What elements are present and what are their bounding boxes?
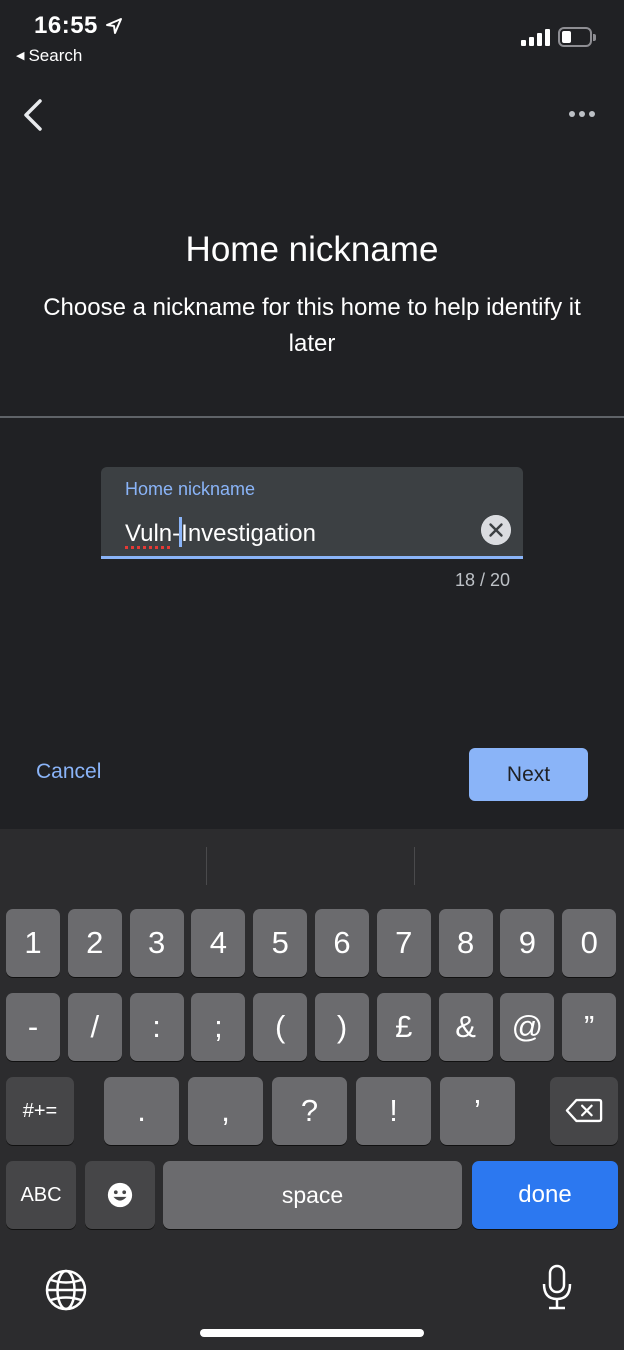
abc-key-label: ABC (20, 1184, 62, 1206)
key-row1-2[interactable]: 3 (129, 909, 184, 977)
key-row2-7[interactable]: & (438, 993, 493, 1061)
key-row2-2[interactable]: : (129, 993, 184, 1061)
key-row2-3[interactable]: ; (191, 993, 246, 1061)
key-row1-7-label: 8 (456, 925, 475, 960)
key-row2-7-label: & (455, 1009, 476, 1044)
key-row1-5[interactable]: 6 (315, 909, 369, 977)
battery-icon (558, 27, 596, 47)
key-row1-5-label: 6 (333, 925, 351, 960)
abc-key[interactable]: ABC (6, 1161, 76, 1229)
key-row3-2[interactable]: ? (272, 1077, 347, 1145)
cancel-button[interactable]: Cancel (36, 760, 101, 784)
space-key-label: space (281, 1182, 344, 1208)
location-arrow-icon (106, 18, 122, 34)
key-row1-2-label: 3 (147, 925, 166, 960)
cellular-signal-icon (521, 28, 551, 46)
back-arrow-icon[interactable] (18, 96, 54, 134)
clear-text-icon[interactable] (481, 515, 511, 545)
key-row1-4[interactable]: 5 (253, 909, 308, 977)
field-value[interactable]: Vuln-Investigation (125, 517, 316, 548)
microphone-icon[interactable] (540, 1264, 574, 1312)
key-row2-0[interactable]: - (6, 993, 60, 1061)
key-row1-9-label: 0 (580, 925, 598, 960)
key-row1-7[interactable]: 8 (438, 909, 493, 977)
key-row3-1[interactable]: , (188, 1077, 263, 1145)
key-row1-3-label: 4 (209, 925, 228, 960)
key-row1-8-label: 9 (518, 925, 537, 960)
suggestion-divider (414, 847, 415, 885)
key-row2-9-label: ” (584, 1009, 595, 1044)
key-row1-8[interactable]: 9 (500, 909, 555, 977)
key-row2-4-label: ( (275, 1009, 286, 1044)
key-row2-0-label: - (27, 1009, 39, 1044)
header-divider (0, 416, 624, 418)
misspelled-word: Vuln (125, 520, 173, 547)
home-nickname-field[interactable]: Home nickname Vuln-Investigation (101, 467, 523, 559)
page-subtitle: Choose a nickname for this home to help … (43, 294, 581, 357)
symbols-toggle-key-label: #+= (22, 1100, 58, 1122)
status-time: 16:55 (34, 12, 98, 39)
key-row2-8[interactable]: @ (500, 993, 555, 1061)
back-app-label: Search (28, 46, 83, 65)
key-row1-1-label: 2 (86, 925, 104, 960)
value-after-caret: Investigation (181, 520, 316, 547)
key-row2-8-label: @ (511, 1009, 544, 1044)
key-row2-2-label: : (152, 1009, 161, 1044)
key-row3-0[interactable]: . (104, 1077, 179, 1145)
key-row3-1-label: , (221, 1093, 230, 1128)
next-button[interactable]: Next (469, 748, 588, 801)
key-row3-0-label: . (137, 1093, 146, 1128)
keyboard: 1 2 3 4 5 6 7 8 9 0 - /:; () £ & @ ” #+=.,?! ’ ABC space done (0, 829, 624, 1350)
globe-icon[interactable] (44, 1268, 88, 1312)
key-row1-3[interactable]: 4 (191, 909, 246, 977)
status-bar: 16:55 ◀ Search (0, 0, 624, 70)
key-row1-6[interactable]: 7 (376, 909, 431, 977)
back-triangle-icon: ◀ (16, 50, 25, 62)
symbols-toggle-key[interactable]: #+= (6, 1077, 74, 1145)
back-to-app-link[interactable]: ◀ Search (16, 46, 82, 66)
home-indicator (200, 1329, 424, 1337)
key-row1-0[interactable]: 1 (6, 909, 60, 977)
emoji-icon (107, 1182, 133, 1208)
key-row1-1[interactable]: 2 (67, 909, 122, 977)
key-row3-3[interactable]: ! (356, 1077, 431, 1145)
key-row2-1[interactable]: / (67, 993, 122, 1061)
key-row3-2-label: ? (300, 1093, 319, 1128)
key-row2-9[interactable]: ” (562, 993, 617, 1061)
delete-backspace-icon (565, 1098, 603, 1123)
key-row1-0-label: 1 (24, 925, 42, 960)
key-row2-6-label: £ (395, 1009, 413, 1044)
done-key[interactable]: done (472, 1161, 618, 1229)
key-row3-4[interactable]: ’ (440, 1077, 515, 1145)
key-row2-1-label: / (90, 1009, 100, 1044)
suggestion-divider (206, 847, 207, 885)
page-title: Home nickname (185, 230, 439, 269)
character-counter: 18 / 20 (454, 570, 510, 590)
key-row1-4-label: 5 (271, 925, 289, 960)
key-row3-3-label: ! (389, 1093, 398, 1128)
key-row1-9[interactable]: 0 (562, 909, 617, 977)
field-label: Home nickname (125, 479, 256, 499)
key-row2-6[interactable]: £ (376, 993, 431, 1061)
key-row2-5[interactable]: ) (315, 993, 369, 1061)
key-row2-3-label: ; (214, 1009, 223, 1044)
key-row2-5-label: ) (336, 1009, 348, 1044)
key-row1-6-label: 7 (395, 925, 413, 960)
key-row2-4[interactable]: ( (253, 993, 308, 1061)
space-key[interactable]: space (163, 1161, 462, 1229)
delete-key[interactable] (550, 1077, 618, 1145)
emoji-key[interactable] (85, 1161, 155, 1229)
key-row3-4-label: ’ (474, 1093, 481, 1128)
more-options-icon[interactable] (562, 104, 602, 124)
done-key-label: done (518, 1181, 572, 1208)
